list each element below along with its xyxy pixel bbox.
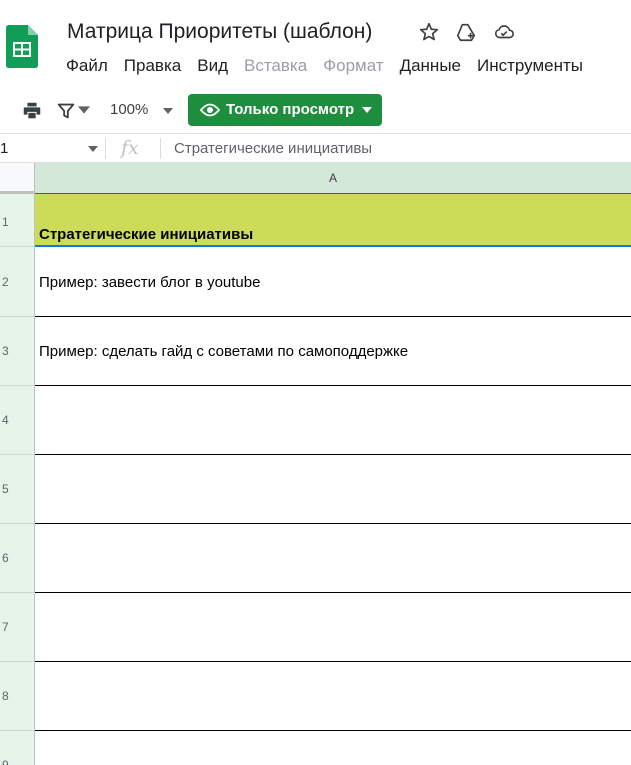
view-mode-chevron-icon [362,107,372,113]
select-all-corner[interactable] [0,163,35,194]
cell-a7[interactable] [35,593,631,662]
table-row: 1 Стратегические инициативы [0,194,631,247]
formula-divider [105,138,106,159]
row-header[interactable]: 4 [0,386,35,455]
row-header[interactable]: 9 [0,731,35,765]
sheets-logo-icon[interactable] [6,25,38,68]
cell-a4[interactable] [35,386,631,455]
formula-divider [160,138,161,159]
cell-text: Пример: завести блог в youtube [39,274,261,291]
row-header[interactable]: 6 [0,524,35,593]
menu-bar: Файл Правка Вид Вставка Формат Данные Ин… [66,56,599,76]
row-header[interactable]: 5 [0,455,35,524]
table-row: 3 Пример: сделать гайд с советами по сам… [0,317,631,386]
menu-view[interactable]: Вид [197,56,228,76]
cell-a3[interactable]: Пример: сделать гайд с советами по самоп… [35,317,631,386]
table-row: 5 [0,455,631,524]
app-header: Матрица Приоритеты (шаблон) Файл Правка … [0,0,631,88]
cell-a8[interactable] [35,662,631,731]
formula-input[interactable]: Стратегические инициативы [174,140,372,157]
formula-bar: 1 fx Стратегические инициативы [0,134,631,163]
row-number: 7 [2,620,9,634]
cell-a9[interactable] [35,731,631,765]
cell-a2[interactable]: Пример: завести блог в youtube [35,247,631,317]
menu-file[interactable]: Файл [66,56,108,76]
row-number: 6 [2,551,9,565]
zoom-dropdown-chevron-icon[interactable] [163,108,173,114]
row-header[interactable]: 1 [0,194,35,247]
row-header[interactable]: 8 [0,662,35,731]
toolbar: 100% Только просмотр [0,88,631,134]
column-header-a[interactable]: A [35,163,631,194]
row-number: 1 [2,215,9,229]
row-header[interactable]: 3 [0,317,35,386]
row-number: 8 [2,689,9,703]
name-box-chevron-icon[interactable] [88,146,98,152]
table-row: 6 [0,524,631,593]
filter-dropdown-chevron-icon[interactable] [78,106,90,114]
menu-edit[interactable]: Правка [124,56,181,76]
table-row: 7 [0,593,631,662]
document-title[interactable]: Матрица Приоритеты (шаблон) [67,20,372,44]
grid-rows: 1 Стратегические инициативы 2 Пример: за… [0,194,631,765]
cell-text: Стратегические инициативы [39,226,254,243]
cell-text: Пример: сделать гайд с советами по самоп… [39,343,409,360]
row-header[interactable]: 7 [0,593,35,662]
table-row: 4 [0,386,631,455]
row-number: 5 [2,482,9,496]
row-number: 3 [2,344,9,358]
move-to-drive-icon[interactable] [455,21,477,43]
menu-insert[interactable]: Вставка [244,56,307,76]
row-number: 2 [2,275,9,289]
fx-icon: fx [121,137,139,159]
menu-format[interactable]: Формат [323,56,383,76]
zoom-select[interactable]: 100% [110,101,148,118]
print-icon[interactable] [21,100,43,122]
cell-a5[interactable] [35,455,631,524]
table-row: 8 [0,662,631,731]
cloud-saved-icon[interactable] [493,21,515,43]
cell-a6[interactable] [35,524,631,593]
name-box[interactable]: 1 [0,140,8,157]
menu-tools[interactable]: Инструменты [477,56,583,76]
filter-icon[interactable] [55,100,77,122]
eye-icon [200,103,220,117]
column-header-label: A [328,171,337,185]
row-number: 4 [2,413,9,427]
row-number: 9 [2,758,9,765]
star-icon[interactable] [418,21,440,43]
cell-a1[interactable]: Стратегические инициативы [35,194,631,247]
row-header[interactable]: 2 [0,247,35,317]
view-only-button[interactable]: Только просмотр [188,94,382,126]
table-row: 2 Пример: завести блог в youtube [0,247,631,317]
table-row: 9 [0,731,631,765]
view-only-label: Только просмотр [226,101,355,118]
menu-data[interactable]: Данные [400,56,461,76]
